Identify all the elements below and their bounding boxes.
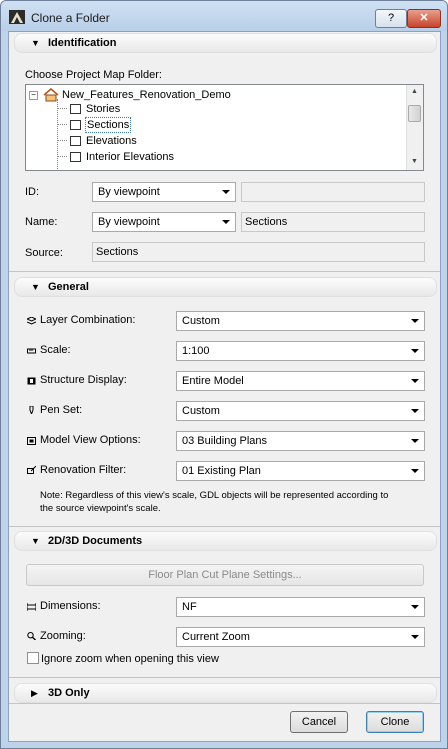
dimensions-icon <box>27 603 36 611</box>
pen-set-select[interactable]: Custom <box>176 401 425 421</box>
source-label: Source: <box>25 247 63 259</box>
dropdown-arrow-icon <box>222 190 230 194</box>
model-view-options-select[interactable]: 03 Building Plans <box>176 431 425 451</box>
close-button[interactable]: ✕ <box>407 9 441 28</box>
scale-label: Scale: <box>40 344 71 356</box>
section-icon <box>70 120 81 130</box>
expand-triangle-icon: ▶ <box>31 688 38 698</box>
renovation-filter-label: Renovation Filter: <box>40 464 127 476</box>
pen-set-label: Pen Set: <box>40 404 83 416</box>
scroll-thumb[interactable] <box>408 105 421 122</box>
dropdown-arrow-icon <box>411 605 419 609</box>
dimensions-label: Dimensions: <box>40 600 101 612</box>
layer-combination-select[interactable]: Custom <box>176 311 425 331</box>
name-label: Name: <box>25 216 58 228</box>
name-value-field[interactable]: Sections <box>241 212 425 232</box>
scale-select[interactable]: 1:100 <box>176 341 425 361</box>
footer-divider <box>9 703 440 704</box>
documents-header[interactable]: ▼ 2D/3D Documents <box>14 531 437 551</box>
project-map-tree[interactable]: − New_Features_Renovation_Demo Stories S… <box>25 84 424 171</box>
structure-display-label: Structure Display: <box>40 374 127 386</box>
only3d-header[interactable]: ▶ 3D Only <box>14 683 437 703</box>
dropdown-arrow-icon <box>411 469 419 473</box>
collapse-triangle-icon: ▼ <box>31 38 40 48</box>
identification-header-label: Identification <box>48 37 117 49</box>
choose-folder-label: Choose Project Map Folder: <box>25 69 162 81</box>
identification-header[interactable]: ▼ Identification <box>14 33 437 53</box>
id-mode-select[interactable]: By viewpoint <box>92 182 236 202</box>
dimensions-select[interactable]: NF <box>176 597 425 617</box>
source-value-field: Sections <box>92 242 425 262</box>
scroll-down-icon[interactable]: ▼ <box>411 158 418 165</box>
dropdown-arrow-icon <box>411 439 419 443</box>
dropdown-arrow-icon <box>411 635 419 639</box>
ignore-zoom-label: Ignore zoom when opening this view <box>41 653 219 665</box>
scale-note-line2: the source viewpoint's scale. <box>40 503 161 514</box>
only3d-header-label: 3D Only <box>48 687 90 699</box>
interior-elevation-icon <box>70 152 81 162</box>
section-divider <box>9 271 440 272</box>
clone-button[interactable]: Clone <box>366 711 424 733</box>
section-divider <box>9 526 440 527</box>
collapse-triangle-icon: ▼ <box>31 536 40 546</box>
tree-scrollbar[interactable]: ▲ ▼ <box>406 85 423 170</box>
cancel-button[interactable]: Cancel <box>290 711 348 733</box>
id-value-field[interactable] <box>241 182 425 202</box>
general-header[interactable]: ▼ General <box>14 277 437 297</box>
dropdown-arrow-icon <box>411 379 419 383</box>
zooming-select[interactable]: Current Zoom <box>176 627 425 647</box>
structure-display-select[interactable]: Entire Model <box>176 371 425 391</box>
collapse-box-icon[interactable]: − <box>29 91 38 100</box>
structure-icon <box>27 377 36 385</box>
window-title: Clone a Folder <box>31 11 110 25</box>
zooming-label: Zooming: <box>40 630 86 642</box>
stories-icon <box>70 104 81 114</box>
renovation-filter-select[interactable]: 01 Existing Plan <box>176 461 425 481</box>
title-bar[interactable]: Clone a Folder ? ✕ <box>1 1 447 31</box>
general-header-label: General <box>48 281 89 293</box>
dropdown-arrow-icon <box>411 349 419 353</box>
zoom-icon <box>27 632 36 640</box>
dropdown-arrow-icon <box>222 220 230 224</box>
pen-icon <box>29 406 34 414</box>
documents-header-label: 2D/3D Documents <box>48 535 143 547</box>
model-view-icon <box>27 437 36 445</box>
archicad-app-icon <box>9 10 25 24</box>
scroll-up-icon[interactable]: ▲ <box>411 88 418 95</box>
name-mode-select[interactable]: By viewpoint <box>92 212 236 232</box>
ignore-zoom-checkbox[interactable] <box>27 652 39 664</box>
collapse-triangle-icon: ▼ <box>31 282 40 292</box>
layer-combination-label: Layer Combination: <box>40 314 136 326</box>
scale-note-line1: Note: Regardless of this view's scale, G… <box>40 490 389 501</box>
dialog-body: ▼ Identification Choose Project Map Fold… <box>8 31 441 742</box>
dropdown-arrow-icon <box>411 319 419 323</box>
help-button[interactable]: ? <box>375 9 407 28</box>
cut-plane-settings-button[interactable]: Floor Plan Cut Plane Settings... <box>26 564 424 586</box>
renovation-icon <box>27 466 36 474</box>
layers-icon <box>27 317 36 325</box>
elevation-icon <box>70 136 81 146</box>
dropdown-arrow-icon <box>411 409 419 413</box>
project-house-icon <box>43 88 59 102</box>
clone-folder-dialog: Clone a Folder ? ✕ ▼ Identification Choo… <box>0 0 448 749</box>
id-label: ID: <box>25 186 40 198</box>
ruler-icon <box>27 348 36 354</box>
section-divider <box>9 677 440 678</box>
model-view-options-label: Model View Options: <box>40 434 141 446</box>
